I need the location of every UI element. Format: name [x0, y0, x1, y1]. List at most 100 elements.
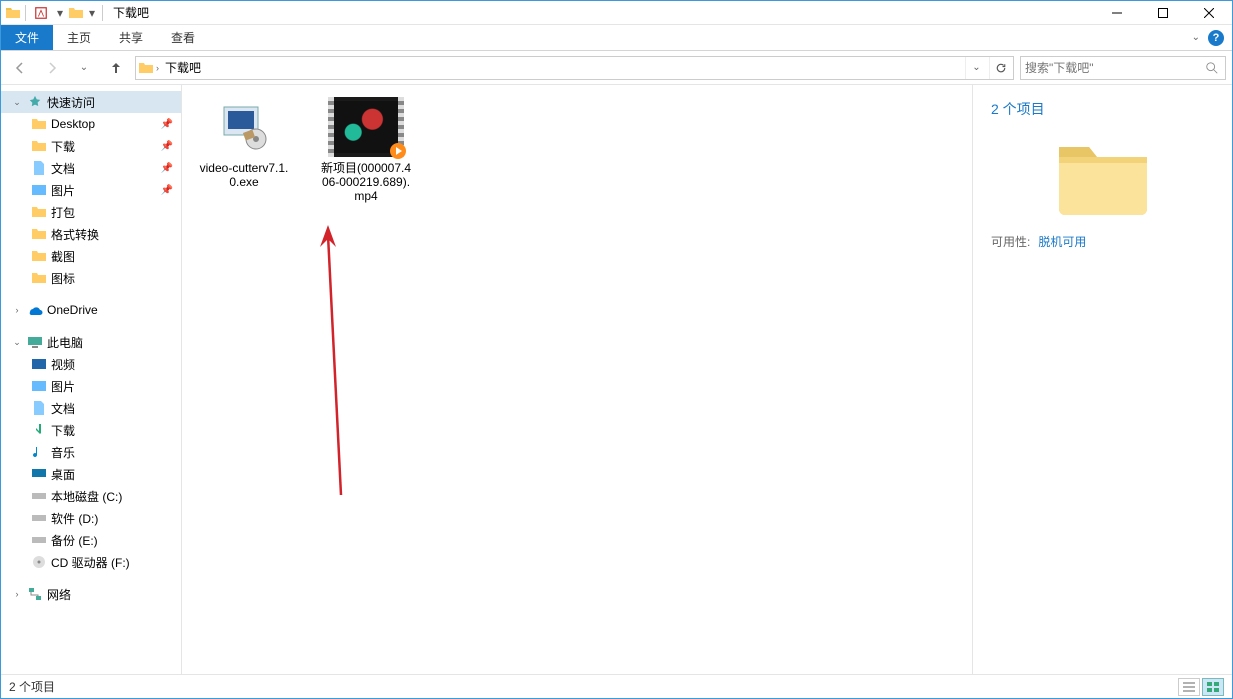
qat-dropdown-2[interactable]: ▾ [86, 6, 98, 20]
sidebar-network[interactable]: ›网络 [1, 583, 181, 605]
play-badge-icon [390, 143, 406, 159]
document-icon [31, 400, 47, 416]
availability-label: 可用性: [991, 233, 1030, 250]
sidebar-item-drive-c[interactable]: 本地磁盘 (C:) [1, 485, 181, 507]
details-heading: 2 个项目 [991, 99, 1214, 119]
search-icon[interactable] [1205, 61, 1221, 75]
annotation-arrow [316, 225, 356, 505]
chevron-right-icon[interactable]: › [156, 63, 159, 73]
address-bar[interactable]: › 下载吧 ⌄ [135, 56, 1014, 80]
address-folder-icon [138, 60, 154, 76]
tab-view[interactable]: 查看 [157, 25, 209, 50]
availability-value: 脱机可用 [1038, 233, 1086, 250]
sidebar-item[interactable]: 打包 [1, 201, 181, 223]
file-label: video-cutterv7.1.0.exe [196, 161, 292, 189]
address-dropdown[interactable]: ⌄ [965, 57, 987, 79]
separator [102, 5, 103, 21]
expand-icon[interactable]: ⌄ [11, 97, 23, 108]
desktop-icon [31, 466, 47, 482]
folder-icon [31, 248, 47, 264]
file-tab[interactable]: 文件 [1, 25, 53, 50]
music-icon [31, 444, 47, 460]
sidebar-item-pictures2[interactable]: 图片 [1, 375, 181, 397]
view-details-button[interactable] [1178, 678, 1200, 696]
back-button[interactable] [7, 55, 33, 81]
view-icons-button[interactable] [1202, 678, 1224, 696]
video-thumbnail [328, 97, 404, 157]
sidebar-item-drive-d[interactable]: 软件 (D:) [1, 507, 181, 529]
nav-sidebar[interactable]: ⌄ 快速访问 Desktop📌 下载📌 文档📌 图片📌 打包 格式转换 截图 图… [1, 85, 182, 674]
sidebar-quick-access[interactable]: ⌄ 快速访问 [1, 91, 181, 113]
video-icon [31, 356, 47, 372]
sidebar-item-documents[interactable]: 文档📌 [1, 157, 181, 179]
download-icon [31, 422, 47, 438]
details-pane: 2 个项目 可用性: 脱机可用 [972, 85, 1232, 674]
sidebar-item-documents2[interactable]: 文档 [1, 397, 181, 419]
search-input[interactable] [1025, 61, 1205, 75]
status-bar: 2 个项目 [1, 674, 1232, 698]
sidebar-item-pictures[interactable]: 图片📌 [1, 179, 181, 201]
folder-icon [31, 226, 47, 242]
pin-icon: 📌 [161, 163, 173, 174]
folder-icon [31, 270, 47, 286]
sidebar-item[interactable]: 格式转换 [1, 223, 181, 245]
forward-button[interactable] [39, 55, 65, 81]
file-item-video[interactable]: 新项目(000007.406-000219.689).mp4 [318, 97, 414, 203]
pin-icon: 📌 [161, 185, 173, 196]
qat-properties-button[interactable] [30, 2, 52, 24]
drive-icon [31, 532, 47, 548]
cd-icon [31, 554, 47, 570]
help-icon[interactable]: ? [1208, 30, 1224, 46]
tab-share[interactable]: 共享 [105, 25, 157, 50]
pictures-icon [31, 182, 47, 198]
ribbon-tabs: 文件 主页 共享 查看 ⌄ ? [1, 25, 1232, 51]
sidebar-item-music[interactable]: 音乐 [1, 441, 181, 463]
network-icon [27, 586, 43, 602]
sidebar-item-downloads2[interactable]: 下载 [1, 419, 181, 441]
sidebar-this-pc[interactable]: ⌄此电脑 [1, 331, 181, 353]
refresh-button[interactable] [989, 57, 1011, 79]
maximize-button[interactable] [1140, 1, 1186, 25]
status-text: 2 个项目 [9, 678, 55, 695]
expand-icon[interactable]: ⌄ [11, 337, 23, 348]
pin-icon: 📌 [161, 119, 173, 130]
sidebar-item[interactable]: 图标 [1, 267, 181, 289]
sidebar-item-downloads[interactable]: 下载📌 [1, 135, 181, 157]
sidebar-onedrive[interactable]: ›OneDrive [1, 299, 181, 321]
pc-icon [27, 334, 43, 350]
onedrive-icon [27, 302, 43, 318]
minimize-button[interactable] [1094, 1, 1140, 25]
exe-icon [206, 97, 282, 157]
folder-large-icon [1053, 133, 1153, 217]
sidebar-item[interactable]: 截图 [1, 245, 181, 267]
folder-icon [31, 204, 47, 220]
breadcrumb[interactable]: 下载吧 [161, 59, 205, 76]
up-button[interactable] [103, 55, 129, 81]
title-bar: ▾ ▾ 下载吧 [1, 1, 1232, 25]
qat-folder-icon[interactable] [68, 5, 84, 21]
sidebar-label: 快速访问 [47, 94, 95, 111]
drive-icon [31, 510, 47, 526]
folder-icon [31, 138, 47, 154]
window-title: 下载吧 [113, 4, 149, 21]
sidebar-item-drive-f[interactable]: CD 驱动器 (F:) [1, 551, 181, 573]
sidebar-item-desktop2[interactable]: 桌面 [1, 463, 181, 485]
recent-locations-button[interactable]: ⌄ [71, 55, 97, 81]
pictures-icon [31, 378, 47, 394]
expand-icon[interactable]: › [11, 305, 23, 315]
star-icon [27, 94, 43, 110]
qat-dropdown[interactable]: ▾ [54, 6, 66, 20]
sidebar-item-desktop[interactable]: Desktop📌 [1, 113, 181, 135]
expand-ribbon-icon[interactable]: ⌄ [1192, 32, 1200, 43]
expand-icon[interactable]: › [11, 589, 23, 599]
search-box[interactable] [1020, 56, 1226, 80]
items-pane[interactable]: video-cutterv7.1.0.exe 新项目(000007.406-00… [182, 85, 972, 674]
file-label: 新项目(000007.406-000219.689).mp4 [318, 161, 414, 203]
drive-icon [31, 488, 47, 504]
tab-home[interactable]: 主页 [53, 25, 105, 50]
sidebar-item-drive-e[interactable]: 备份 (E:) [1, 529, 181, 551]
separator [25, 5, 26, 21]
sidebar-item-videos[interactable]: 视频 [1, 353, 181, 375]
file-item-exe[interactable]: video-cutterv7.1.0.exe [196, 97, 292, 189]
close-button[interactable] [1186, 1, 1232, 25]
